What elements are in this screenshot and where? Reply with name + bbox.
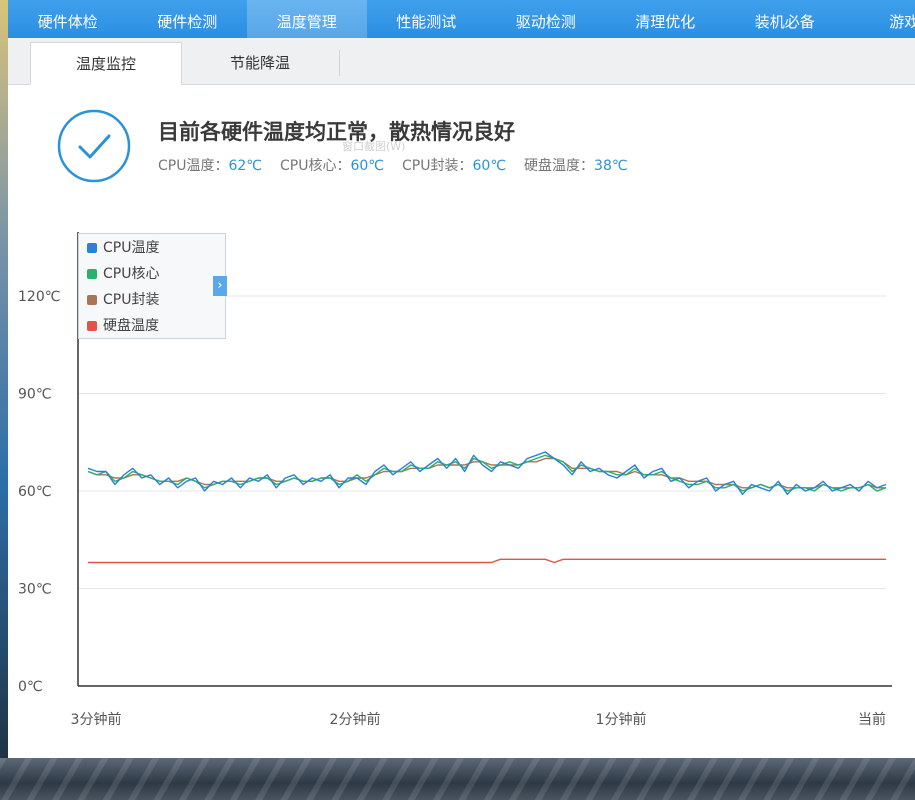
reading-0: CPU温度：62℃ [158, 158, 262, 174]
reading-value: 60℃ [350, 158, 385, 174]
tab-temperature-monitor[interactable]: 温度监控 [30, 42, 182, 85]
reading-label: CPU核心： [280, 158, 351, 174]
series-line-3 [88, 558, 886, 564]
nav-item-4[interactable]: 驱动检测 [486, 0, 606, 38]
reading-value: 38℃ [594, 158, 628, 174]
nav-item-1[interactable]: 硬件检测 [128, 0, 248, 38]
y-tick-label: 90℃ [18, 387, 52, 403]
reading-3: 硬盘温度：38℃ [524, 158, 628, 174]
legend-item[interactable]: CPU封装 [87, 290, 159, 310]
tab-divider [339, 50, 340, 76]
top-navigation: 硬件体检 硬件检测 温度管理 性能测试 驱动检测 清理优化 装机必备 游戏 [8, 0, 915, 38]
status-title: 目前各硬件温度均正常，散热情况良好 [158, 120, 515, 144]
reading-1: CPU核心：60℃ [280, 158, 384, 174]
series-line-1 [87, 454, 887, 492]
screenshot-watermark: 窗口截图(W) [342, 140, 406, 153]
y-tick-label: 0℃ [18, 679, 43, 695]
reading-value: 60℃ [472, 158, 507, 174]
legend-label: CPU封装 [103, 292, 160, 308]
y-tick-label: 30℃ [18, 582, 52, 598]
app-window: 硬件体检 硬件检测 温度管理 性能测试 驱动检测 清理优化 装机必备 游戏 温度监控 节能降温… [8, 0, 915, 758]
reading-value: 62℃ [228, 158, 263, 174]
series-line-0 [87, 451, 887, 495]
legend-swatch [87, 269, 97, 279]
chart-legend: CPU温度 CPU核心 CPU封装硬盘温度 [78, 233, 226, 339]
legend-collapse-button[interactable]: › [213, 276, 227, 296]
reading-label: CPU温度： [158, 158, 229, 174]
legend-item[interactable]: CPU核心 [87, 264, 159, 284]
reading-label: 硬盘温度： [524, 158, 595, 174]
x-tick-label: 2分钟前 [330, 711, 381, 728]
y-tick-label: 60℃ [18, 484, 52, 500]
legend-item[interactable]: CPU温度 [87, 238, 159, 258]
series-line-2 [87, 457, 886, 489]
legend-label: CPU温度 [103, 240, 160, 256]
nav-item-0[interactable]: 硬件体检 [8, 0, 128, 38]
reading-label: CPU封装： [402, 158, 473, 174]
desktop-background-bottom [0, 758, 915, 800]
legend-label: CPU核心 [103, 266, 160, 282]
legend-swatch [87, 295, 97, 305]
nav-item-6[interactable]: 装机必备 [725, 0, 845, 38]
x-tick-label: 3分钟前 [71, 711, 122, 728]
x-tick-label: 1分钟前 [596, 711, 647, 728]
y-tick-label: 120℃ [18, 289, 60, 305]
nav-item-3[interactable]: 性能测试 [367, 0, 487, 38]
sub-tabs: 温度监控 节能降温 [8, 38, 915, 85]
nav-item-5[interactable]: 清理优化 [606, 0, 726, 38]
legend-item[interactable]: 硬盘温度 [87, 316, 159, 336]
checkmark-circle-icon [57, 109, 131, 183]
legend-label: 硬盘温度 [103, 318, 159, 334]
tab-energy-cooling[interactable]: 节能降温 [182, 42, 338, 85]
temperature-readings: CPU温度：62℃ CPU核心：60℃ CPU封装：60℃ 硬盘温度：38℃ [158, 155, 646, 175]
nav-item-2[interactable]: 温度管理 [247, 0, 367, 38]
nav-item-7[interactable]: 游戏 [845, 0, 915, 38]
legend-swatch [87, 321, 97, 331]
reading-2: CPU封装：60℃ [402, 158, 506, 174]
x-tick-label: 当前 [858, 711, 886, 728]
desktop-background-left [0, 0, 8, 800]
legend-swatch [87, 243, 97, 253]
